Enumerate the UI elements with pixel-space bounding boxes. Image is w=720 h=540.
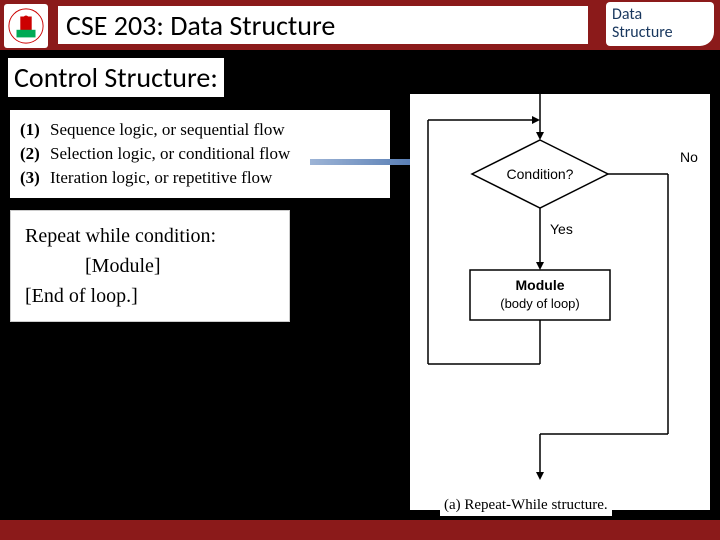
figure-caption: (a) Repeat-While structure. [440, 495, 612, 516]
badge-line1: Data [612, 6, 708, 24]
module-label-1: Module [516, 277, 565, 293]
pseudocode-block: Repeat while condition: [Module] [End of… [10, 210, 290, 322]
item-text: Sequence logic, or sequential flow [50, 118, 285, 142]
item-text: Selection logic, or conditional flow [50, 142, 290, 166]
section-heading: Control Structure: [8, 58, 224, 97]
university-logo [4, 4, 48, 48]
topic-badge: Data Structure [606, 2, 714, 46]
pseudo-line: [Module] [25, 251, 275, 281]
module-label-2: (body of loop) [500, 296, 580, 311]
no-label: No [680, 149, 698, 165]
condition-label: Condition? [507, 166, 574, 182]
item-number: (3) [20, 166, 50, 190]
flowchart-diagram: Condition? No Yes Module (body of loop) [410, 94, 710, 510]
list-item: (1) Sequence logic, or sequential flow [20, 118, 380, 142]
slide: CSE 203: Data Structure Data Structure C… [0, 0, 720, 540]
footer-bar [0, 520, 720, 540]
yes-label: Yes [550, 221, 573, 237]
badge-line2: Structure [612, 24, 708, 42]
pseudo-line: [End of loop.] [25, 281, 275, 311]
pseudo-line: Repeat while condition: [25, 221, 275, 251]
item-number: (2) [20, 142, 50, 166]
course-title: CSE 203: Data Structure [58, 6, 588, 44]
item-text: Iteration logic, or repetitive flow [50, 166, 272, 190]
item-number: (1) [20, 118, 50, 142]
